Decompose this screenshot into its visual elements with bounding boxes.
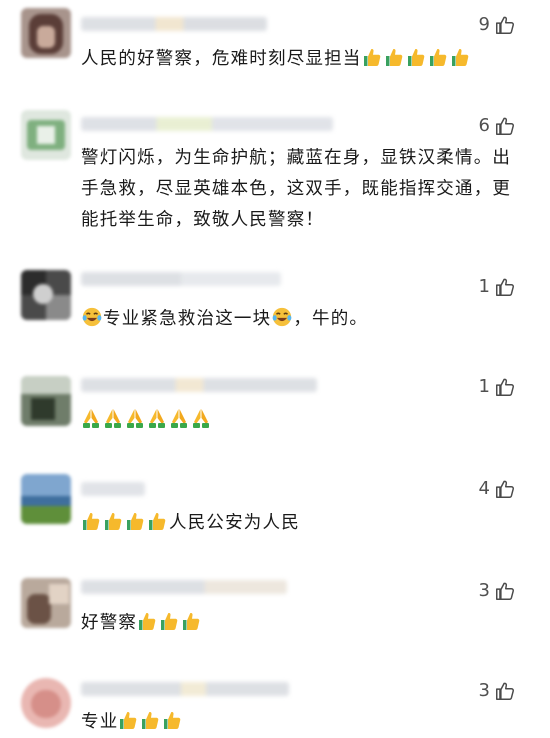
thumbs-up-icon <box>81 510 101 532</box>
comment-text <box>81 405 521 436</box>
like-count: 9 <box>478 14 490 35</box>
thumbs-up-icon <box>181 610 201 632</box>
thumbs-up-outline-icon <box>494 115 516 137</box>
like-button[interactable]: 9 <box>479 14 516 36</box>
laughing-tears-icon <box>271 306 292 328</box>
username-blurred[interactable] <box>81 17 267 31</box>
avatar[interactable] <box>21 110 71 160</box>
like-count: 3 <box>478 680 490 701</box>
folded-hands-icon <box>103 407 123 429</box>
like-count: 4 <box>478 478 490 499</box>
thumbs-up-icon <box>162 709 182 731</box>
username-blurred[interactable] <box>81 682 289 696</box>
emoji-row <box>81 513 169 533</box>
username-blurred[interactable] <box>81 117 333 131</box>
folded-hands-icon <box>191 407 211 429</box>
like-count: 6 <box>478 115 490 136</box>
thumbs-up-icon <box>103 510 123 532</box>
thumbs-up-icon <box>428 46 448 68</box>
comment-list: 9 人民的好警察，危难时刻尽显担当 6 警灯闪烁，为生命护航；藏蓝在身，显铁汉柔… <box>0 0 550 738</box>
emoji-row <box>81 407 213 430</box>
like-count: 1 <box>478 376 490 397</box>
thumbs-up-outline-icon <box>494 276 516 298</box>
like-button[interactable]: 1 <box>479 276 516 298</box>
thumbs-up-icon <box>384 46 404 68</box>
comment-text: 专业 <box>81 707 521 738</box>
avatar[interactable] <box>21 578 71 628</box>
avatar[interactable] <box>21 270 71 320</box>
thumbs-up-icon <box>125 510 145 532</box>
like-button[interactable]: 6 <box>479 115 516 137</box>
comment-text: 警灯闪烁，为生命护航；藏蓝在身，显铁汉柔情。出手急救，尽显英雄本色，这双手，既能… <box>81 148 512 230</box>
folded-hands-icon <box>81 407 101 429</box>
like-button[interactable]: 3 <box>479 680 516 702</box>
thumbs-up-icon <box>406 46 426 68</box>
like-button[interactable]: 1 <box>479 376 516 398</box>
comment-body: 好警察 <box>81 613 138 633</box>
thumbs-up-outline-icon <box>494 478 516 500</box>
folded-hands-icon <box>147 407 167 429</box>
thumbs-up-icon <box>137 610 157 632</box>
comment-text: 好警察 <box>81 608 521 639</box>
thumbs-up-icon <box>118 709 138 731</box>
username-blurred[interactable] <box>81 482 145 496</box>
comment-body: 专业 <box>81 712 119 732</box>
folded-hands-icon <box>125 407 145 429</box>
username-blurred[interactable] <box>81 272 281 286</box>
username-blurred[interactable] <box>81 580 287 594</box>
thumbs-up-icon <box>159 610 179 632</box>
like-count: 1 <box>478 276 490 297</box>
thumbs-up-outline-icon <box>494 14 516 36</box>
like-count: 3 <box>478 580 490 601</box>
thumbs-up-outline-icon <box>494 376 516 398</box>
thumbs-up-icon <box>140 709 160 731</box>
emoji-row <box>362 49 472 69</box>
comment-body-end: ，牛的。 <box>293 309 369 329</box>
comment-text: 人民的好警察，危难时刻尽显担当 <box>81 44 521 75</box>
laughing-tears-icon <box>81 306 102 328</box>
folded-hands-icon <box>169 407 189 429</box>
comment-body: 专业紧急救治这一块 <box>103 309 272 329</box>
like-button[interactable]: 3 <box>479 580 516 602</box>
comment-body: 人民的好警察，危难时刻尽显担当 <box>81 49 362 69</box>
comment-text: 专业紧急救治这一块 ，牛的。 <box>81 304 521 335</box>
like-button[interactable]: 4 <box>479 478 516 500</box>
avatar[interactable] <box>21 678 71 728</box>
avatar[interactable] <box>21 474 71 524</box>
avatar[interactable] <box>21 8 71 58</box>
username-blurred[interactable] <box>81 378 317 392</box>
comment-text: 人民公安为人民 <box>81 508 521 539</box>
avatar[interactable] <box>21 376 71 426</box>
thumbs-up-outline-icon <box>494 680 516 702</box>
thumbs-up-icon <box>362 46 382 68</box>
thumbs-up-icon <box>147 510 167 532</box>
emoji-row <box>118 712 184 732</box>
thumbs-up-outline-icon <box>494 580 516 602</box>
comment-body: 人民公安为人民 <box>169 513 300 533</box>
thumbs-up-icon <box>450 46 470 68</box>
emoji-row <box>137 613 203 633</box>
